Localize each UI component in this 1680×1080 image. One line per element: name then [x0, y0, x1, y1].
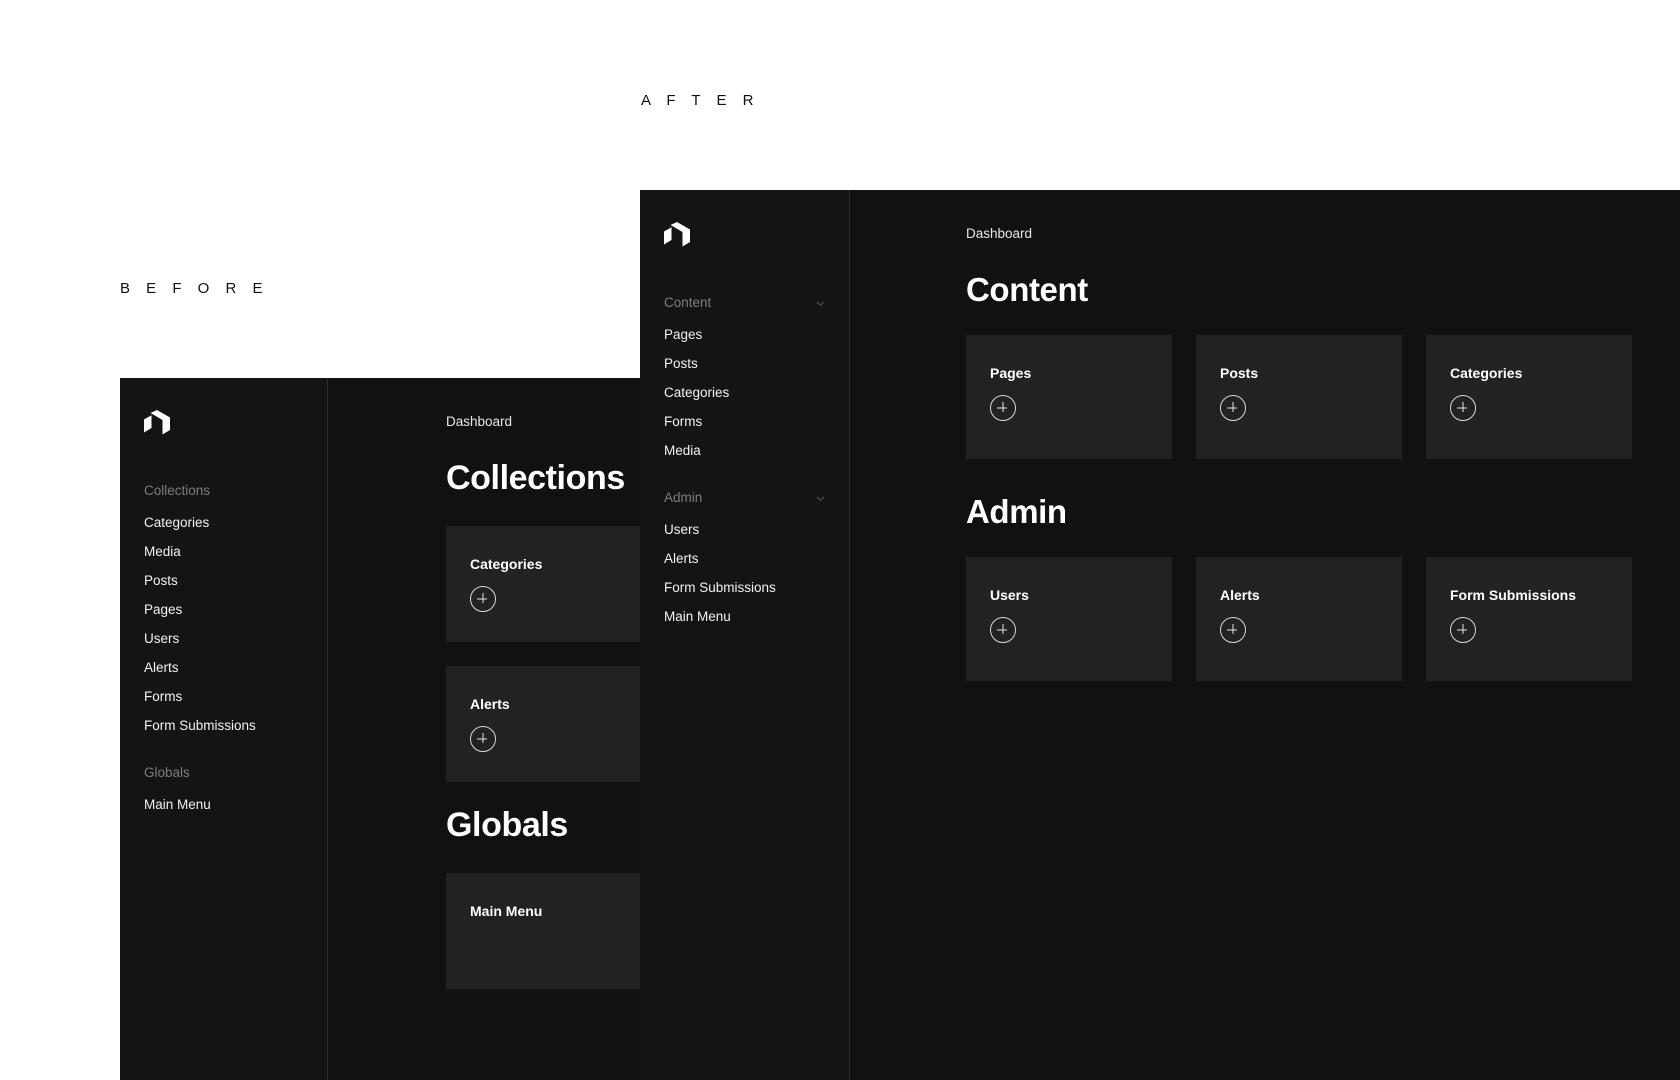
plus-icon[interactable] [1220, 395, 1246, 421]
payload-logo [664, 222, 690, 252]
sidebar-item-pages[interactable]: Pages [144, 595, 328, 624]
before-app-window: Collections Categories Media Posts Pages… [120, 378, 640, 1080]
sidebar-group-header-content[interactable]: Content [664, 292, 850, 314]
plus-icon[interactable] [990, 395, 1016, 421]
sidebar-item-media[interactable]: Media [144, 537, 328, 566]
sidebar-item-main-menu[interactable]: Main Menu [144, 790, 328, 819]
sidebar-item-categories[interactable]: Categories [664, 378, 850, 407]
chevron-down-icon[interactable] [815, 493, 826, 504]
admin-card-grid: Users Alerts Form Submissions [966, 557, 1680, 681]
plus-icon[interactable] [470, 586, 496, 612]
sidebar-group-label: Collections [144, 483, 211, 498]
caption-before: B E F O R E [120, 280, 269, 297]
card-alerts[interactable]: Alerts [446, 666, 640, 782]
sidebar-item-alerts[interactable]: Alerts [144, 653, 328, 682]
page-title: Content [966, 271, 1088, 308]
before-main-content: Dashboard Collections Categories Alerts … [328, 378, 640, 1080]
after-main-content: Dashboard Content Pages Posts Categories… [850, 190, 1680, 1080]
sidebar-item-alerts[interactable]: Alerts [664, 544, 850, 573]
card-title: Users [990, 587, 1029, 603]
sidebar-item-forms[interactable]: Forms [144, 682, 328, 711]
sidebar-item-media[interactable]: Media [664, 436, 850, 465]
card-title: Main Menu [470, 903, 543, 919]
card-alerts[interactable]: Alerts [1196, 557, 1402, 681]
card-title: Pages [990, 365, 1032, 381]
sidebar-item-pages[interactable]: Pages [664, 320, 850, 349]
sidebar-group-label: Globals [144, 765, 190, 780]
card-title: Posts [1220, 365, 1259, 381]
card-categories[interactable]: Categories [1426, 335, 1632, 459]
content-card-grid: Pages Posts Categories [966, 335, 1680, 459]
card-title: Alerts [1220, 587, 1260, 603]
plus-icon[interactable] [990, 617, 1016, 643]
after-app-window: Content Pages Posts Categories Forms Med… [640, 190, 1680, 1080]
sidebar-group-content: Content Pages Posts Categories Forms Med… [664, 292, 850, 465]
section-title-admin: Admin [966, 493, 1067, 530]
sidebar-item-posts[interactable]: Posts [664, 349, 850, 378]
before-sidebar: Collections Categories Media Posts Pages… [120, 378, 328, 1080]
caption-after: A F T E R [641, 92, 760, 109]
card-pages[interactable]: Pages [966, 335, 1172, 459]
sidebar-group-globals: Globals Main Menu [144, 762, 328, 819]
sidebar-item-forms[interactable]: Forms [664, 407, 850, 436]
sidebar-group-collections: Collections Categories Media Posts Pages… [144, 480, 328, 740]
card-form-submissions[interactable]: Form Submissions [1426, 557, 1632, 681]
plus-icon[interactable] [1220, 617, 1246, 643]
payload-logo [144, 410, 170, 440]
sidebar-group-label: Admin [664, 490, 703, 505]
sidebar-item-main-menu[interactable]: Main Menu [664, 602, 850, 631]
sidebar-group-admin: Admin Users Alerts Form Submissions Main… [664, 487, 850, 631]
sidebar-item-form-submissions[interactable]: Form Submissions [664, 573, 850, 602]
card-title: Form Submissions [1450, 587, 1577, 603]
sidebar-group-label: Content [664, 295, 712, 310]
sidebar-group-header-admin[interactable]: Admin [664, 487, 850, 509]
plus-icon[interactable] [1450, 617, 1476, 643]
card-title: Categories [470, 556, 543, 572]
chevron-down-icon[interactable] [815, 298, 826, 309]
sidebar-group-header: Collections [144, 480, 328, 502]
collections-card-list: Categories Alerts [446, 526, 640, 782]
after-sidebar: Content Pages Posts Categories Forms Med… [640, 190, 850, 1080]
sidebar-item-categories[interactable]: Categories [144, 508, 328, 537]
globals-card-list: Main Menu [446, 873, 640, 989]
card-title: Categories [1450, 365, 1523, 381]
plus-icon[interactable] [1450, 395, 1476, 421]
sidebar-item-users[interactable]: Users [144, 624, 328, 653]
section-title-globals: Globals [446, 806, 568, 844]
card-posts[interactable]: Posts [1196, 335, 1402, 459]
card-main-menu[interactable]: Main Menu [446, 873, 640, 989]
plus-icon[interactable] [470, 726, 496, 752]
page-title: Collections [446, 459, 625, 497]
card-categories[interactable]: Categories [446, 526, 640, 642]
sidebar-item-form-submissions[interactable]: Form Submissions [144, 711, 328, 740]
card-users[interactable]: Users [966, 557, 1172, 681]
sidebar-group-header: Globals [144, 762, 328, 784]
sidebar-item-posts[interactable]: Posts [144, 566, 328, 595]
card-title: Alerts [470, 696, 510, 712]
breadcrumb[interactable]: Dashboard [966, 226, 1680, 241]
breadcrumb[interactable]: Dashboard [446, 414, 640, 429]
sidebar-item-users[interactable]: Users [664, 515, 850, 544]
